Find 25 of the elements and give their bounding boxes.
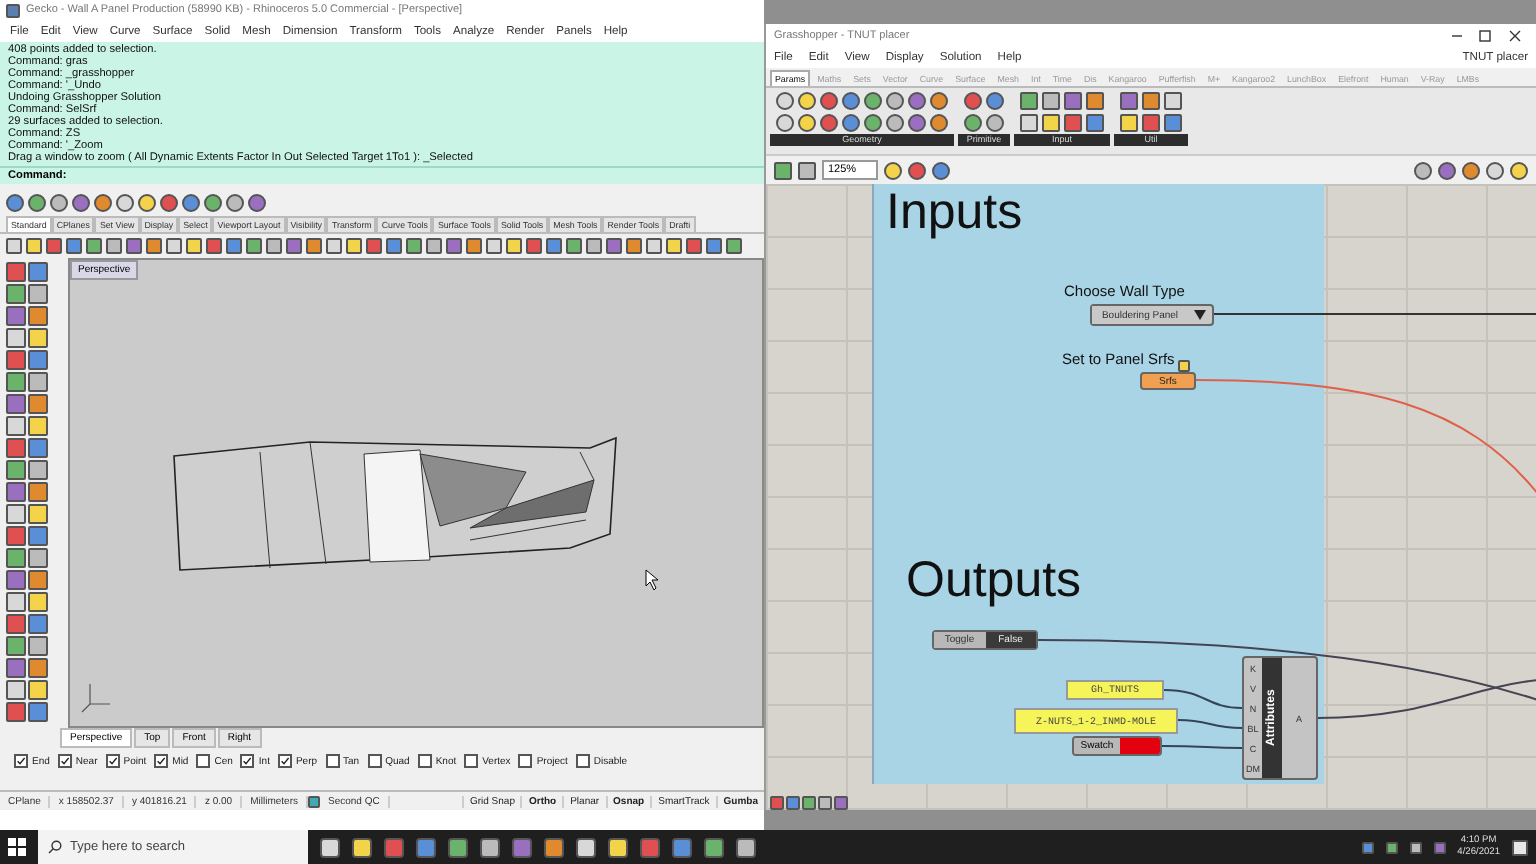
app-icon — [6, 3, 20, 17]
osnap-checkbox[interactable] — [105, 754, 120, 768]
osnap-checkbox[interactable] — [277, 754, 292, 768]
search-icon — [48, 840, 62, 854]
osnap-checkbox[interactable] — [417, 754, 432, 768]
group-title: Inputs — [886, 184, 1023, 242]
note-icon — [1178, 360, 1190, 372]
osnap-checkbox[interactable] — [240, 754, 255, 768]
group-title: Outputs — [906, 552, 1082, 610]
osnap-checkbox[interactable] — [154, 754, 169, 768]
axis-icon — [81, 683, 111, 713]
wire — [1177, 719, 1243, 729]
cursor-icon — [645, 569, 659, 591]
osnap-checkbox[interactable] — [518, 754, 533, 768]
notification-icon[interactable] — [1512, 839, 1528, 855]
osnap-checkbox[interactable] — [14, 754, 28, 768]
osnap-checkbox[interactable] — [575, 754, 590, 768]
osnap-checkbox[interactable] — [57, 754, 72, 768]
windows-start-icon[interactable] — [8, 838, 26, 856]
osnap-checkbox[interactable] — [367, 754, 382, 768]
wire — [1161, 745, 1243, 749]
osnap-checkbox[interactable] — [464, 754, 479, 768]
dropdown-caret-icon — [1194, 310, 1206, 320]
osnap-checkbox[interactable] — [196, 754, 211, 768]
osnap-checkbox[interactable] — [325, 754, 340, 768]
